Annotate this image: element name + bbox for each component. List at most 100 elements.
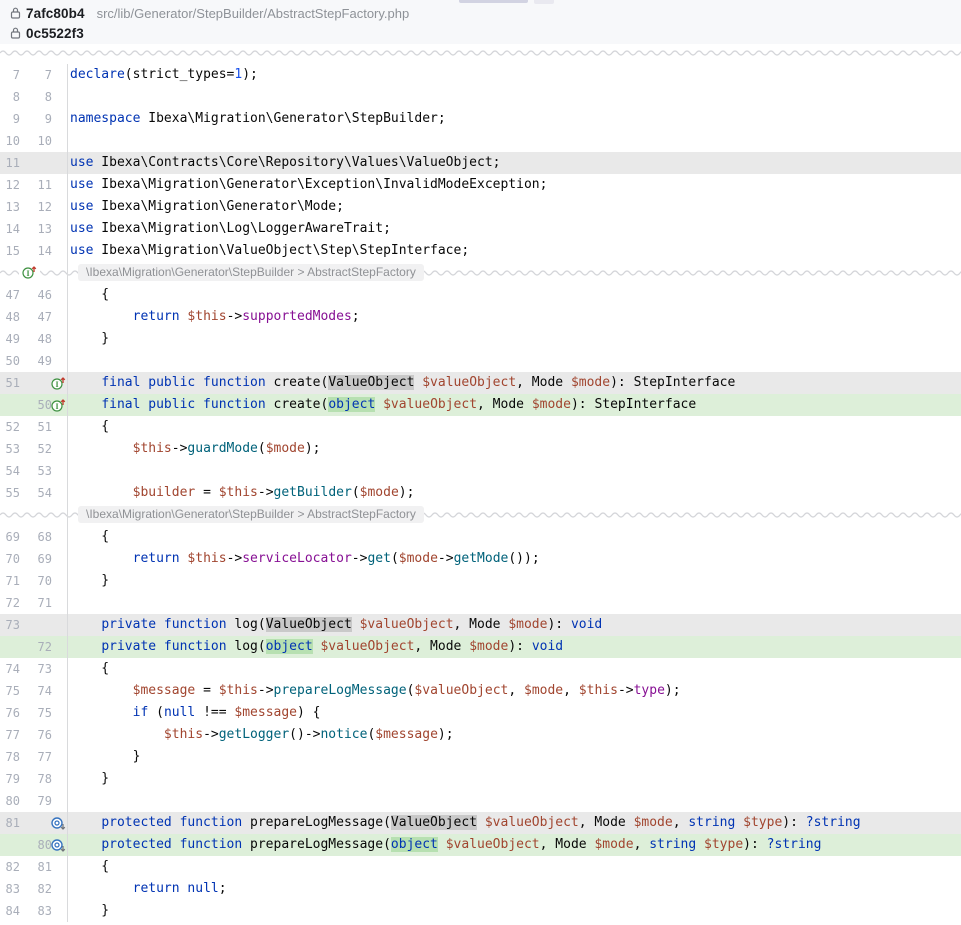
code-line[interactable]: } (68, 570, 961, 592)
code-token: } (70, 331, 109, 346)
code-line[interactable]: $message = $this->prepareLogMessage($val… (68, 680, 961, 702)
gutter: 50I (0, 394, 68, 416)
code-token: ; (219, 881, 227, 896)
line-number-new: 68 (20, 526, 52, 548)
line-number-old: 7 (0, 64, 20, 86)
line-number-old: 51 (0, 372, 20, 394)
code-token: $mode (360, 485, 399, 500)
gutter-icon-slot (52, 240, 64, 262)
code-token: return (133, 551, 180, 566)
line-number-old: 47 (0, 284, 20, 306)
gutter: 1312 (0, 196, 68, 218)
code-line[interactable]: private function log(ValueObject $valueO… (68, 614, 961, 636)
gutter: 4746 (0, 284, 68, 306)
code-line[interactable]: } (68, 768, 961, 790)
code-line[interactable]: { (68, 284, 961, 306)
code-token: $valueObject (360, 617, 454, 632)
gutter: 8079 (0, 790, 68, 812)
diff-row: 8483 } (0, 900, 961, 922)
code-line[interactable]: } (68, 746, 961, 768)
gutter-icon-slot (52, 152, 64, 174)
line-number-old: 72 (0, 592, 20, 614)
gutter-icon-slot (52, 86, 64, 108)
code-line[interactable]: $builder = $this->getBuilder($mode); (68, 482, 961, 504)
code-line[interactable]: protected function prepareLogMessage(obj… (68, 834, 961, 856)
code-line[interactable]: $this->guardMode($mode); (68, 438, 961, 460)
code-line[interactable]: { (68, 416, 961, 438)
code-token: use (70, 199, 93, 214)
code-token: void (532, 639, 563, 654)
code-token: ?string (767, 837, 822, 852)
gutter-icon-slot (52, 592, 64, 614)
code-line[interactable]: use Ibexa\Contracts\Core\Repository\Valu… (68, 152, 961, 174)
code-line[interactable]: final public function create(object $val… (68, 394, 961, 416)
code-token: object (266, 639, 313, 654)
code-token: prepareLogMessage( (242, 815, 391, 830)
gutter-icon-slot (52, 658, 64, 680)
code-line[interactable] (68, 460, 961, 482)
method-overridden-icon[interactable] (51, 838, 66, 853)
gutter-icon-slot (52, 218, 64, 240)
code-line[interactable]: namespace Ibexa\Migration\Generator\Step… (68, 108, 961, 130)
gutter-icon-slot (52, 196, 64, 218)
svg-text:I: I (55, 402, 58, 411)
breadcrumb-pill[interactable]: \Ibexa\Migration\Generator\StepBuilder >… (78, 264, 424, 281)
code-line[interactable]: } (68, 900, 961, 922)
code-line[interactable]: final public function create(ValueObject… (68, 372, 961, 394)
code-token: $mode (469, 639, 508, 654)
implements-method-icon[interactable]: I (51, 398, 66, 413)
gutter-icon-slot[interactable]: I (19, 265, 40, 284)
code-token: ): StepInterface (610, 375, 735, 390)
diff-row: 4948 } (0, 328, 961, 350)
code-token: Ibexa\Migration\ValueObject\Step\StepInt… (93, 243, 469, 258)
gutter-icon-slot[interactable]: I (52, 372, 64, 394)
code-line[interactable] (68, 130, 961, 152)
method-overridden-icon[interactable] (51, 816, 66, 831)
code-line[interactable] (68, 592, 961, 614)
implements-method-icon[interactable]: I (51, 376, 66, 391)
code-line[interactable]: if (null !== $message) { (68, 702, 961, 724)
code-line[interactable]: { (68, 856, 961, 878)
code-token: $mode (524, 683, 563, 698)
code-token: , Mode (454, 617, 509, 632)
code-token: ( (258, 441, 266, 456)
line-number-new: 8 (20, 86, 52, 108)
line-number-old: 11 (0, 152, 20, 174)
code-line[interactable]: return $this->serviceLocator->get($mode-… (68, 548, 961, 570)
code-line[interactable]: { (68, 658, 961, 680)
code-token (70, 683, 133, 698)
code-line[interactable]: $this->getLogger()->notice($message); (68, 724, 961, 746)
code-line[interactable]: private function log(object $valueObject… (68, 636, 961, 658)
implements-method-icon[interactable]: I (22, 265, 37, 280)
code-token: object (391, 837, 438, 852)
code-token: final public function (101, 375, 265, 390)
line-number-new: 81 (20, 856, 52, 878)
code-token (70, 837, 101, 852)
code-line[interactable]: { (68, 526, 961, 548)
code-line[interactable] (68, 350, 961, 372)
code-line[interactable]: return null; (68, 878, 961, 900)
gutter-icon-slot (52, 108, 64, 130)
gutter-icon-slot[interactable] (52, 812, 64, 834)
line-number-new: 50 (20, 394, 52, 416)
code-line[interactable]: declare(strict_types=1); (68, 64, 961, 86)
code-line[interactable] (68, 86, 961, 108)
code-line[interactable] (68, 790, 961, 812)
gutter-icon-slot[interactable] (52, 834, 64, 856)
gutter-icon-slot (52, 724, 64, 746)
line-number-old: 49 (0, 328, 20, 350)
code-line[interactable]: } (68, 328, 961, 350)
code-line[interactable]: use Ibexa\Migration\Generator\Exception\… (68, 174, 961, 196)
code-line[interactable]: use Ibexa\Migration\ValueObject\Step\Ste… (68, 240, 961, 262)
code-line[interactable]: return $this->supportedModes; (68, 306, 961, 328)
gutter: 7271 (0, 592, 68, 614)
gutter-icon-slot (52, 746, 64, 768)
gutter: 1010 (0, 130, 68, 152)
gutter-icon-slot[interactable]: I (52, 394, 64, 416)
code-line[interactable]: use Ibexa\Migration\Log\LoggerAwareTrait… (68, 218, 961, 240)
breadcrumb-pill[interactable]: \Ibexa\Migration\Generator\StepBuilder >… (78, 506, 424, 523)
code-line[interactable]: use Ibexa\Migration\Generator\Mode; (68, 196, 961, 218)
line-number-old: 74 (0, 658, 20, 680)
code-line[interactable]: protected function prepareLogMessage(Val… (68, 812, 961, 834)
code-token: use (70, 155, 93, 170)
